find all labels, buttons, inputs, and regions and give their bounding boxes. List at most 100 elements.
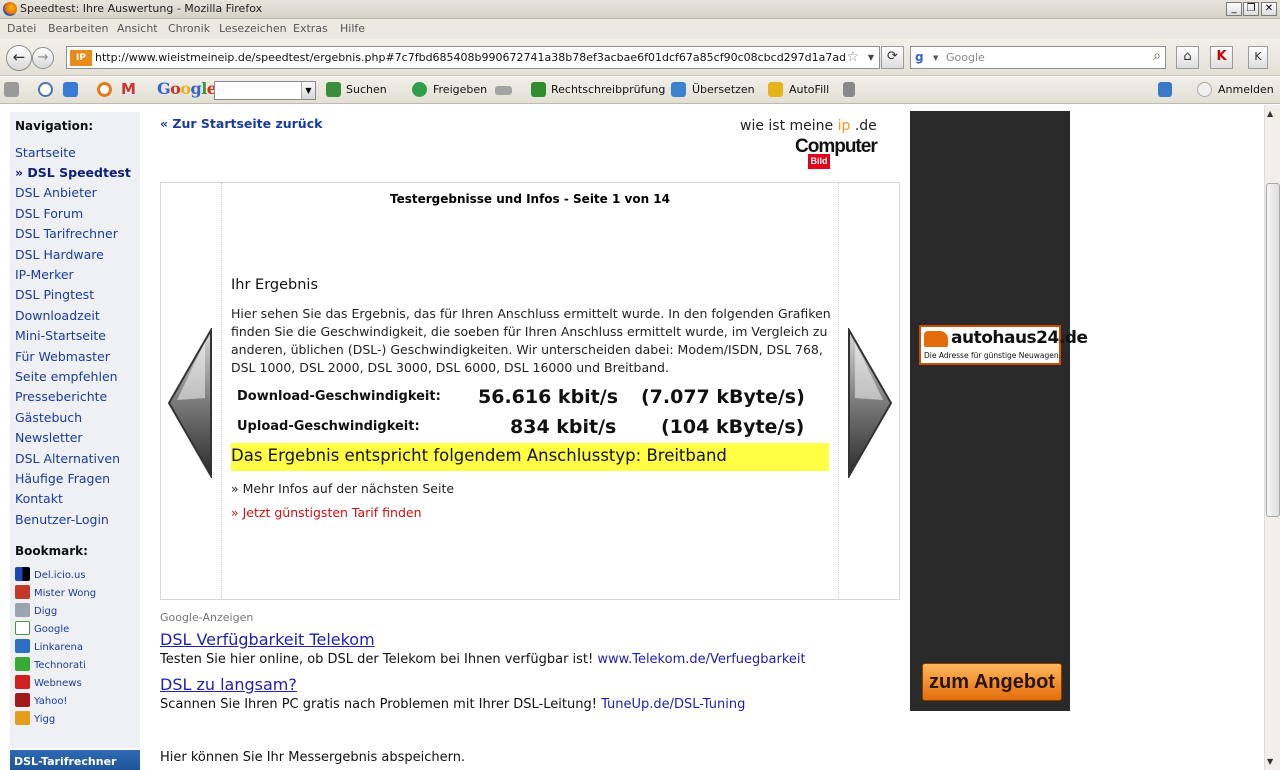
nav-presseberichte[interactable]: Presseberichte (15, 389, 107, 404)
prev-page-arrow-icon[interactable] (165, 328, 215, 478)
bookmark-yahoo[interactable]: Yahoo! (15, 693, 67, 707)
nav-dsl-alternativen[interactable]: DSL Alternativen (15, 451, 120, 466)
gmail-icon[interactable]: M (121, 80, 136, 98)
anmelden-button[interactable]: Anmelden (1218, 83, 1274, 96)
search-go-icon (326, 82, 341, 97)
autofill-button[interactable]: AutoFill (789, 83, 829, 96)
home-button[interactable]: ⌂ (1176, 46, 1199, 69)
minimize-button[interactable]: _ (1226, 2, 1242, 16)
menu-bearbeiten[interactable]: Bearbeiten (48, 22, 108, 35)
next-column (838, 183, 899, 599)
ad-url-tuneup[interactable]: TuneUp.de/DSL-Tuning (601, 697, 745, 712)
kaspersky-button[interactable]: K (1210, 46, 1233, 69)
nav-startseite[interactable]: Startseite (15, 145, 76, 160)
nav-ip-merker[interactable]: IP-Merker (15, 267, 74, 282)
left-navigation: Navigation: Startseite » DSL Speedtest D… (10, 112, 140, 748)
autohaus-banner-ad[interactable]: autohaus24.de Die Adresse für günstige N… (910, 111, 1088, 711)
menu-lesezeichen[interactable]: Lesezeichen (219, 22, 287, 35)
uebersetzen-button[interactable]: Übersetzen (692, 83, 755, 96)
nav-dsl-hardware[interactable]: DSL Hardware (15, 247, 104, 262)
google-toolbar-search-input[interactable]: ▼ (214, 81, 316, 100)
google-ads-label: Google-Anzeigen (160, 611, 254, 624)
addon-button[interactable]: K (1248, 46, 1268, 69)
zum-angebot-button[interactable]: zum Angebot (922, 663, 1062, 701)
pencil-icon[interactable] (843, 82, 855, 97)
page-indicator: Testergebnisse und Infos - Seite 1 von 1… (389, 192, 670, 206)
bookmark-mister-wong[interactable]: Mister Wong (15, 585, 96, 599)
close-button[interactable]: ✕ (1261, 2, 1277, 16)
result-description: Hier sehen Sie das Ergebnis, das für Ihr… (231, 306, 831, 375)
site-logo[interactable]: wie ist meine ip .de (740, 118, 877, 134)
keyboard-icon[interactable] (495, 86, 512, 95)
menu-hilfe[interactable]: Hilfe (340, 22, 365, 35)
ad-url-telekom[interactable]: www.Telekom.de/Verfuegbarkeit (597, 652, 805, 667)
back-to-home-link[interactable]: « Zur Startseite zurück (160, 116, 322, 131)
back-button[interactable]: ← (6, 45, 32, 71)
google-logo[interactable]: Google (157, 79, 217, 98)
ad-title-tuneup[interactable]: DSL zu langsam? (160, 675, 297, 694)
nav-fuer-webmaster[interactable]: Für Webmaster (15, 349, 110, 364)
bookmark-google[interactable]: Google (15, 621, 69, 635)
nav-newsletter[interactable]: Newsletter (15, 430, 83, 445)
digg-icon (15, 603, 30, 617)
reload-button[interactable]: ⟳ (881, 46, 904, 69)
wrench-icon[interactable] (1158, 82, 1172, 97)
rechtschreibpruefung-button[interactable]: Rechtschreibprüfung (551, 83, 665, 96)
nav-mini-startseite[interactable]: Mini-Startseite (15, 328, 106, 343)
engine-dropdown-icon[interactable]: ▼ (933, 54, 938, 62)
google-search-engine-icon[interactable]: g (915, 50, 931, 66)
bookmark-star-icon[interactable]: ☆ (846, 49, 859, 65)
upload-kbyte-value: (104 kByte/s) (661, 416, 805, 438)
bookmark-digg[interactable]: Digg (15, 603, 57, 617)
forward-button[interactable]: → (32, 47, 54, 69)
bookmark-webnews[interactable]: Webnews (15, 675, 82, 689)
orbit-icon[interactable] (97, 82, 112, 97)
url-bar[interactable]: IP http://www.wieistmeineip.de/speedtest… (66, 46, 880, 69)
delicious-icon (15, 567, 30, 581)
scroll-thumb[interactable] (1266, 183, 1280, 517)
ad-title-telekom[interactable]: DSL Verfügbarkeit Telekom (160, 630, 375, 649)
home-icon: ⌂ (1183, 49, 1192, 64)
nav-dsl-forum[interactable]: DSL Forum (15, 206, 83, 221)
search-icon[interactable]: ⌕ (1153, 48, 1161, 64)
vertical-scrollbar[interactable]: ▲ ▼ (1264, 105, 1280, 770)
nav-dsl-tarifrechner[interactable]: DSL Tarifrechner (15, 226, 118, 241)
menu-ansicht[interactable]: Ansicht (117, 22, 158, 35)
nav-downloadzeit[interactable]: Downloadzeit (15, 308, 100, 323)
scroll-down-icon[interactable]: ▼ (1267, 757, 1273, 766)
nav-dsl-speedtest[interactable]: » DSL Speedtest (15, 165, 131, 180)
nav-kontakt[interactable]: Kontakt (15, 491, 63, 506)
bookmark-delicious[interactable]: Del.icio.us (15, 567, 86, 581)
dsl-tarifrechner-widget[interactable]: DSL-Tarifrechner (10, 750, 140, 770)
freigeben-button[interactable]: Freigeben (433, 83, 487, 96)
search-input[interactable]: Google (946, 51, 985, 64)
nav-haeufige-fragen[interactable]: Häufige Fragen (15, 471, 110, 486)
maximize-button[interactable]: ❐ (1243, 2, 1259, 16)
page-icon[interactable] (4, 82, 19, 97)
nav-benutzer-login[interactable]: Benutzer-Login (15, 512, 109, 527)
url-text[interactable]: http://www.wieistmeineip.de/speedtest/er… (95, 51, 845, 64)
nav-gaestebuch[interactable]: Gästebuch (15, 410, 82, 425)
find-tariff-link[interactable]: » Jetzt günstigsten Tarif finden (231, 505, 422, 520)
more-info-link[interactable]: » Mehr Infos auf der nächsten Seite (231, 481, 454, 496)
mister-wong-icon (15, 585, 30, 599)
bookmark-technorati[interactable]: Technorati (15, 657, 86, 671)
nav-dsl-pingtest[interactable]: DSL Pingtest (15, 287, 94, 302)
google-search-dropdown-icon[interactable]: ▼ (301, 82, 315, 99)
yahoo-icon (15, 693, 30, 707)
menu-chronik[interactable]: Chronik (168, 22, 210, 35)
scroll-up-icon[interactable]: ▲ (1267, 109, 1273, 118)
menu-datei[interactable]: Datei (7, 22, 36, 35)
bookmark-linkarena[interactable]: Linkarena (15, 639, 83, 653)
nav-dsl-anbieter[interactable]: DSL Anbieter (15, 185, 97, 200)
puzzle-icon[interactable] (63, 82, 78, 97)
search-bar[interactable]: g ▼ Google ⌕ (910, 46, 1166, 69)
google-suchen-button[interactable]: Suchen (346, 83, 387, 96)
menu-extras[interactable]: Extras (293, 22, 328, 35)
url-dropdown-icon[interactable]: ▼ (868, 53, 874, 62)
bookmark-yigg[interactable]: Yigg (15, 711, 55, 725)
next-page-arrow-icon[interactable] (845, 328, 895, 478)
clock-icon[interactable] (38, 82, 53, 97)
computer-bild-logo[interactable]: Computer Bild (795, 137, 878, 169)
nav-seite-empfehlen[interactable]: Seite empfehlen (15, 369, 118, 384)
